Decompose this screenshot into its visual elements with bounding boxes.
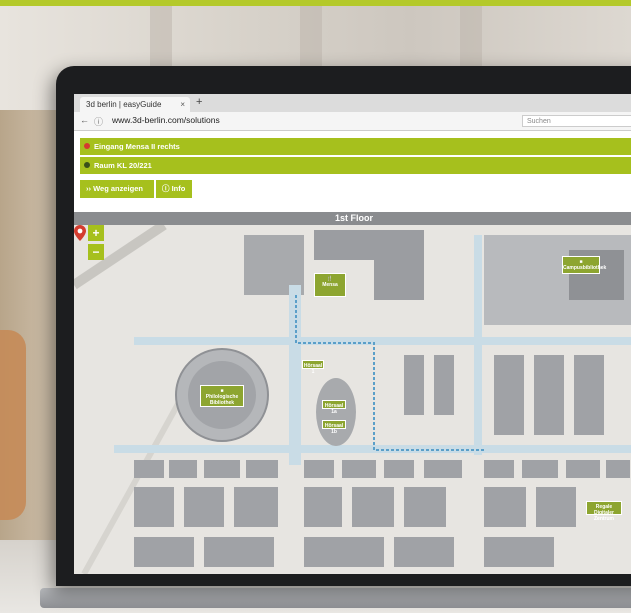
laptop-frame: 3d berlin | easyGuide × + ← ⓘ www.3d-ber… [56, 66, 631, 586]
search-input[interactable]: Suchen [522, 115, 631, 127]
info-button[interactable]: ⓘ Info [156, 180, 192, 198]
corridor [114, 445, 631, 453]
route-start-field[interactable]: Eingang Mensa II rechts [80, 138, 631, 155]
photo-hand [0, 330, 26, 520]
start-pin-icon [84, 143, 90, 149]
hoersaal-1a-poi[interactable]: Hörsaal 1a [322, 400, 346, 415]
campus-library-poi[interactable]: ■ Campusbibliothek [562, 256, 607, 274]
show-route-button[interactable]: ›› Weg anzeigen [80, 180, 154, 198]
close-tab-icon[interactable]: × [180, 97, 185, 112]
campus-library-label: Campusbibliothek [563, 265, 607, 271]
destination-pin-icon [84, 162, 90, 168]
browser-tab-bar: 3d berlin | easyGuide × + [74, 94, 631, 112]
mensa-poi[interactable]: 🍴 Mensa [314, 273, 346, 297]
tab-title: 3d berlin | easyGuide [86, 100, 162, 109]
browser-tab[interactable]: 3d berlin | easyGuide × [80, 97, 190, 112]
route-arrows-icon: ›› [86, 184, 91, 193]
corridor [134, 337, 631, 345]
floor-plan-drawing [74, 225, 631, 574]
info-label: Info [171, 184, 186, 193]
mensa-label: Mensa [322, 282, 338, 288]
laptop-screen: 3d berlin | easyGuide × + ← ⓘ www.3d-ber… [74, 94, 631, 574]
library-label: Philologische Bibliothek [205, 394, 239, 406]
route-start-label: Eingang Mensa II rechts [94, 142, 180, 151]
floor-map[interactable]: 🍴 Mensa ■ Philologische Bibliothek ■ Cam… [74, 225, 631, 574]
info-icon: ⓘ [162, 184, 170, 193]
url-field[interactable]: www.3d-berlin.com/solutions [112, 115, 220, 125]
floor-title: 1st Floor [74, 212, 631, 225]
location-pin-icon[interactable] [74, 225, 86, 241]
library-poi[interactable]: ■ Philologische Bibliothek [200, 385, 244, 407]
zoom-out-button[interactable]: − [88, 244, 104, 260]
back-arrow-icon[interactable]: ← [80, 115, 89, 125]
show-route-label: Weg anzeigen [93, 184, 143, 193]
laptop-base [40, 588, 631, 608]
route-destination-field[interactable]: Raum KL 20/221 [80, 157, 631, 174]
route-destination-label: Raum KL 20/221 [94, 161, 152, 170]
site-info-icon[interactable]: ⓘ [94, 115, 103, 128]
browser-address-bar: ← ⓘ www.3d-berlin.com/solutions Suchen [74, 112, 631, 131]
new-tab-button[interactable]: + [196, 96, 202, 108]
building-block [374, 255, 424, 300]
small-poi[interactable]: Regale Digitaler Zentrum [586, 501, 622, 522]
zoom-in-button[interactable]: + [88, 225, 104, 241]
hoersaal-1-poi[interactable]: Hörsaal 1 [302, 360, 324, 375]
corridor [474, 235, 482, 455]
hoersaal-1b-poi[interactable]: Hörsaal 1b [322, 420, 346, 435]
